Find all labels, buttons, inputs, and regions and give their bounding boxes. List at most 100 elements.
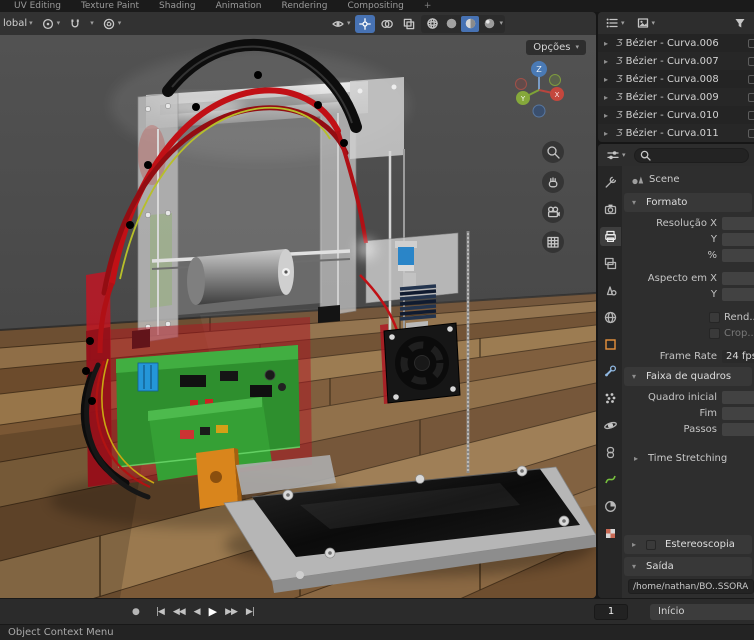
next-keyframe-button[interactable]: ▶▶ — [225, 607, 238, 617]
expand-arrow-icon[interactable]: ▸ — [604, 75, 613, 84]
section-title: Faixa de quadros — [646, 371, 732, 382]
aspect-x-field[interactable] — [722, 271, 754, 285]
section-output[interactable]: ▾ Saída — [624, 557, 752, 576]
stereoscopy-checkbox[interactable] — [646, 539, 656, 550]
visibility-icon[interactable] — [748, 56, 754, 66]
shading-wireframe-button[interactable] — [423, 16, 441, 32]
texture-checker-icon — [605, 529, 615, 538]
proportional-editing-toggle[interactable]: ▾ — [99, 15, 125, 33]
snap-toggle-button[interactable] — [65, 15, 85, 33]
crop-checkbox[interactable] — [709, 327, 720, 339]
expand-arrow-icon[interactable]: ▸ — [604, 129, 613, 138]
outliner-row[interactable]: ▸ Ʒ Bézier - Curva.009 — [598, 88, 754, 106]
zoom-button[interactable] — [542, 141, 564, 163]
tab-view-layer[interactable] — [600, 254, 621, 273]
add-workspace-button[interactable]: + — [424, 1, 432, 11]
current-frame-field[interactable]: 1 — [594, 603, 628, 620]
display-mode-dropdown[interactable]: ▾ — [633, 14, 659, 32]
outliner-row[interactable]: ▸ Ʒ Bézier - Curva.010 — [598, 106, 754, 124]
section-frame-range[interactable]: ▾ Faixa de quadros — [624, 367, 752, 386]
workspace-tab-bar: UV Editing Texture Paint Shading Animati… — [0, 0, 754, 12]
render-region-checkbox[interactable] — [709, 311, 720, 323]
shading-material-preview-button[interactable] — [461, 15, 480, 32]
frame-start-field[interactable] — [722, 390, 754, 404]
frame-step-field[interactable] — [722, 422, 754, 436]
pan-button[interactable] — [542, 171, 564, 193]
play-reverse-button[interactable]: ◀ — [194, 607, 201, 617]
orientation-label: lobal — [3, 18, 28, 29]
auto-keying-toggle[interactable]: ● — [132, 607, 140, 617]
visibility-icon[interactable] — [748, 74, 754, 84]
jump-to-start-button[interactable]: |◀ — [156, 607, 165, 617]
pivot-point-dropdown[interactable]: ▾ — [38, 15, 64, 33]
outliner-row[interactable]: ▸ Ʒ Bézier - Curva.011 — [598, 124, 754, 142]
subpanel-time-stretching[interactable]: ▸ Time Stretching — [622, 449, 754, 467]
tab-scene[interactable] — [600, 281, 621, 300]
transform-orientation-dropdown[interactable]: lobal ▾ — [0, 15, 36, 33]
jump-to-end-button[interactable]: ▶| — [246, 607, 255, 617]
visibility-icon[interactable] — [748, 38, 754, 48]
visibility-icon[interactable] — [748, 92, 754, 102]
expand-arrow-icon[interactable]: ▸ — [604, 57, 613, 66]
expand-arrow-icon[interactable]: ▸ — [604, 111, 613, 120]
workspace-tab-compositing[interactable]: Compositing — [347, 1, 403, 11]
expand-arrow-icon[interactable]: ▸ — [604, 93, 613, 102]
tab-tool[interactable] — [600, 173, 621, 192]
tab-output[interactable] — [599, 227, 621, 246]
workspace-tab-shading[interactable]: Shading — [159, 1, 196, 11]
tab-modifiers[interactable] — [600, 362, 621, 381]
workspace-tab-uv-editing[interactable]: UV Editing — [14, 1, 61, 11]
tab-world[interactable] — [600, 308, 621, 327]
tab-object[interactable] — [600, 335, 621, 354]
show-overlays-toggle[interactable] — [377, 15, 397, 33]
visibility-icon[interactable] — [748, 110, 754, 120]
frame-start-field[interactable]: Início 0 — [650, 603, 754, 620]
play-button[interactable]: ▶ — [209, 605, 218, 618]
xray-toggle[interactable] — [399, 15, 419, 33]
modifiers-wrench-icon — [604, 365, 616, 377]
expand-arrow-icon[interactable]: ▸ — [604, 39, 613, 48]
filter-button[interactable] — [730, 14, 750, 32]
shading-rendered-button[interactable] — [480, 16, 498, 32]
resolution-y-field[interactable] — [722, 232, 754, 246]
outliner-row[interactable]: ▸ Ʒ Bézier - Curva.008 — [598, 70, 754, 88]
outliner-row[interactable]: ▸ Ʒ Bézier - Curva.007 — [598, 52, 754, 70]
section-stereoscopy[interactable]: ▸ Estereoscopia — [624, 535, 752, 554]
snap-settings-dropdown[interactable]: ▾ — [87, 15, 97, 33]
outliner-row[interactable]: ▸ Ʒ Bézier - Curva.006 — [598, 34, 754, 52]
workspace-tab-texture-paint[interactable]: Texture Paint — [81, 1, 139, 11]
object-visibility-dropdown[interactable]: ▾ — [328, 15, 354, 33]
tab-particles[interactable] — [600, 389, 621, 408]
camera-view-button[interactable] — [542, 201, 564, 223]
aspect-y-field[interactable] — [722, 287, 754, 301]
tab-texture[interactable] — [600, 524, 621, 543]
viewport-options-dropdown[interactable]: Opções ▾ — [526, 40, 586, 55]
frame-end-field[interactable] — [722, 406, 754, 420]
hand-icon — [548, 177, 558, 188]
toggle-ortho-button[interactable] — [542, 231, 564, 253]
show-gizmos-toggle[interactable] — [355, 14, 376, 33]
visibility-icon[interactable] — [748, 128, 754, 138]
section-formato[interactable]: ▾ Formato — [624, 193, 752, 212]
tab-object-data[interactable] — [600, 470, 621, 489]
properties-editor-type-dropdown[interactable]: ▾ — [603, 146, 629, 164]
workspace-tab-animation[interactable]: Animation — [216, 1, 262, 11]
tab-constraints[interactable] — [600, 443, 621, 462]
shading-solid-button[interactable] — [442, 16, 460, 32]
section-title: Estereoscopia — [665, 539, 735, 550]
navigation-gizmo[interactable]: Z X Y — [508, 59, 570, 121]
field-label: Y — [710, 288, 717, 300]
properties-search-field[interactable] — [633, 147, 749, 163]
tab-render[interactable] — [600, 200, 621, 219]
output-path-field[interactable]: /home/nathan/BO..SSORA — [628, 579, 754, 594]
workspace-tab-rendering[interactable]: Rendering — [281, 1, 327, 11]
resolution-percent-field[interactable] — [722, 248, 754, 262]
resolution-x-field[interactable] — [722, 216, 754, 230]
frame-rate-dropdown[interactable]: 24 fps — [722, 349, 754, 363]
tab-material[interactable] — [600, 497, 621, 516]
prev-keyframe-button[interactable]: ◀◀ — [173, 607, 186, 617]
tab-physics[interactable] — [600, 416, 621, 435]
editor-type-dropdown[interactable]: ▾ — [602, 14, 628, 32]
viewport-canvas[interactable]: Opções ▾ Z X Y — [0, 35, 596, 598]
checkbox-label: Crop... — [724, 327, 754, 339]
